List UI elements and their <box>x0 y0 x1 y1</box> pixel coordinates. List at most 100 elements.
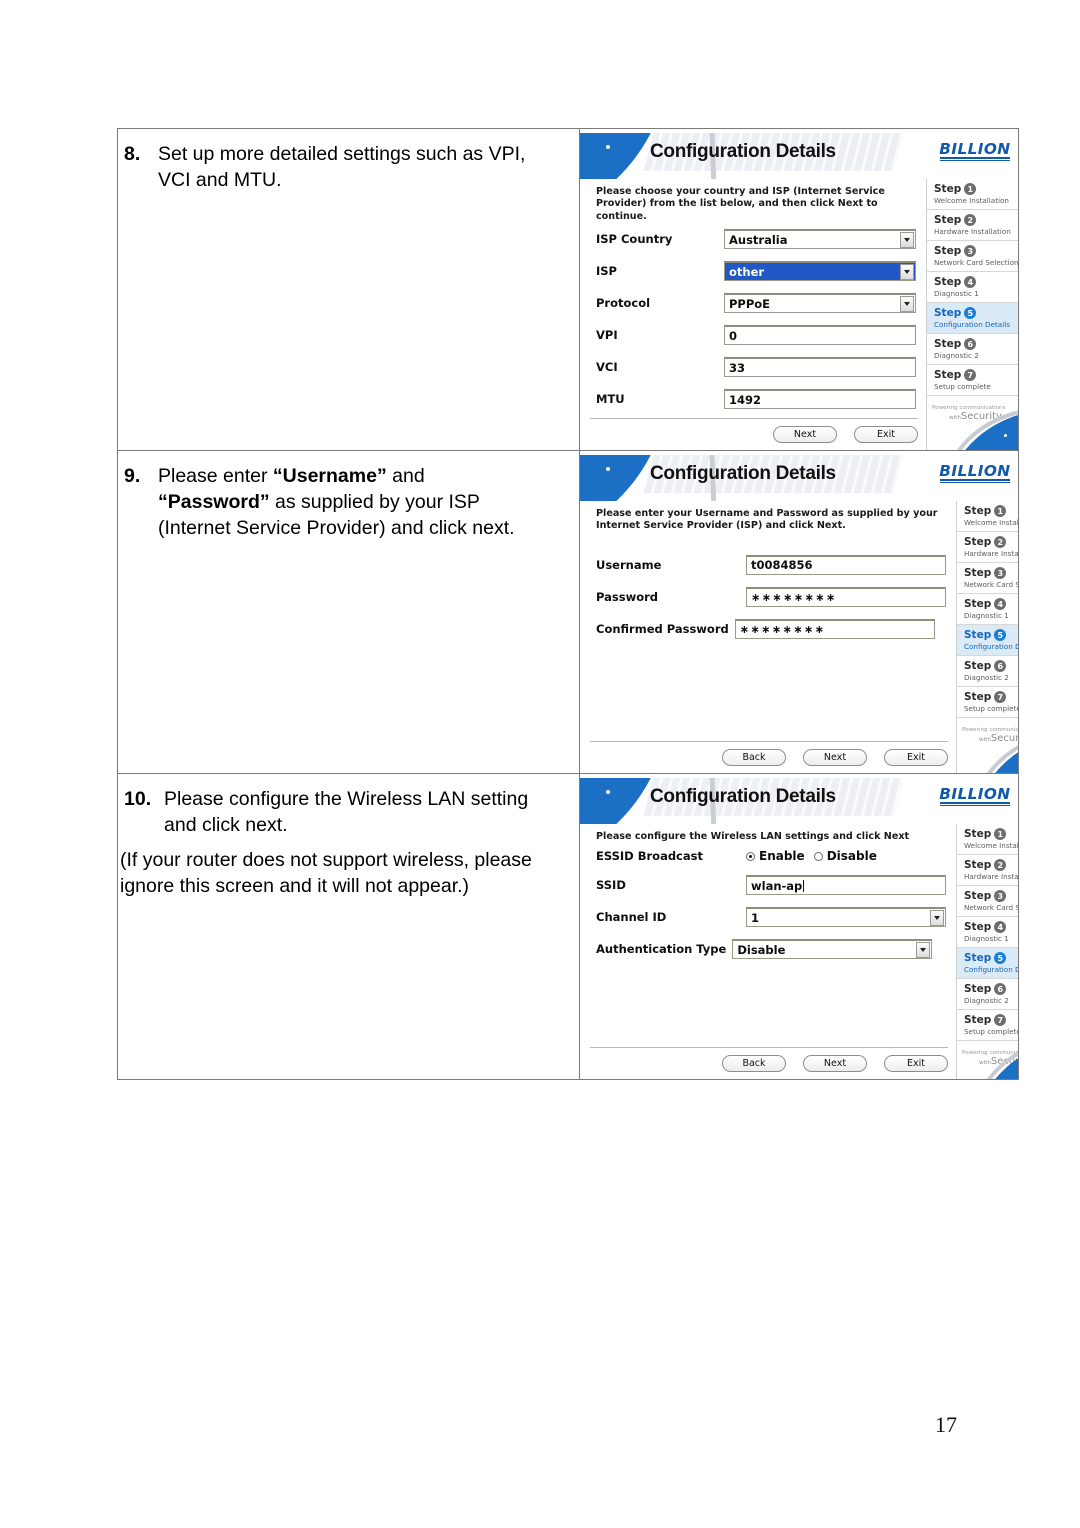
back-button[interactable]: Back <box>722 1055 786 1072</box>
step-word: Step <box>934 276 962 288</box>
input-mtu[interactable]: 1492 <box>724 389 916 410</box>
tagline-with: with <box>979 1060 991 1066</box>
wizard-title-2: Configuration Details <box>650 463 836 484</box>
step-item-4[interactable]: Step 4 Diagnostic 1 <box>927 272 1018 303</box>
chevron-down-icon[interactable] <box>930 910 944 927</box>
label-protocol: Protocol <box>596 296 651 311</box>
next-button[interactable]: Next <box>803 749 867 766</box>
input-ssid[interactable]: wlan-ap <box>746 875 946 896</box>
input-username[interactable]: t0084856 <box>746 554 946 575</box>
step-item-2[interactable]: Step2 Hardware Installation <box>927 210 1018 241</box>
select-isp[interactable]: other <box>724 261 916 282</box>
step-item-4[interactable]: Step 4 Diagnostic 1 <box>957 594 1018 625</box>
step-word: Step <box>934 214 962 226</box>
step-word: Step <box>964 921 992 933</box>
instruction-text-9-mid: and <box>386 465 425 487</box>
select-protocol[interactable]: PPPoE <box>724 293 916 314</box>
step-word: Step <box>964 983 992 995</box>
instruction-table: 8. Set up more detailed settings such as… <box>117 128 1019 1080</box>
wizard-window-1: Configuration Details BILLION Please cho… <box>580 133 1018 450</box>
radio-unselected-icon[interactable] <box>813 851 823 861</box>
chevron-down-icon[interactable] <box>900 296 914 313</box>
billion-logo-3: BILLION <box>939 787 1010 806</box>
step-item-5[interactable]: Step5 Configuration Details <box>957 625 1018 656</box>
step-badge: 3 <box>964 245 977 257</box>
next-button[interactable]: Next <box>773 426 837 443</box>
value-isp-country: Australia <box>729 232 788 247</box>
step-subtitle: Setup complete <box>964 704 1018 713</box>
instruction-number-9: 9. <box>124 465 141 487</box>
select-channel-id[interactable]: 1 <box>746 907 946 928</box>
step-item-2[interactable]: Step2 Hardware Installation <box>957 855 1018 886</box>
label-vci: VCI <box>596 360 618 375</box>
field-channel-id: Channel ID 1 <box>596 907 946 928</box>
label-channel-id: Channel ID <box>596 910 667 925</box>
field-protocol: Protocol PPPoE <box>596 293 916 314</box>
step-item-3[interactable]: Step3 Network Card Selection <box>957 563 1018 594</box>
button-bar-1: Next Exit <box>590 418 918 443</box>
step-item-1[interactable]: Step1 Welcome Installation <box>927 179 1018 210</box>
label-isp: ISP <box>596 264 617 279</box>
input-vpi[interactable]: 0 <box>724 325 916 346</box>
instruction-text-9-post: as supplied by your ISP <box>269 491 480 513</box>
step-item-6[interactable]: Step 6 Diagnostic 2 <box>957 656 1018 687</box>
field-ssid: SSID wlan-ap <box>596 875 946 896</box>
step-word: Step <box>964 629 992 641</box>
billion-bar-thin-icon <box>940 160 1010 161</box>
step-badge: 3 <box>994 567 1007 579</box>
step-item-7[interactable]: Step 7 Setup complete <box>957 1010 1018 1041</box>
step-word: Step <box>934 245 962 257</box>
exit-button[interactable]: Exit <box>854 426 918 443</box>
instruction-text-8-line1: Set up more detailed settings such as VP… <box>158 143 526 165</box>
billion-wordmark: BILLION <box>939 462 1011 480</box>
field-essid-broadcast: ESSID Broadcast Enable Disable <box>596 849 946 863</box>
step-item-7[interactable]: Step 7 Setup complete <box>927 365 1018 396</box>
radio-selected-icon[interactable] <box>746 851 755 861</box>
table-row: 9. Please enter “Username” and “Password… <box>118 451 1018 774</box>
instruction-cell-8: 8. Set up more detailed settings such as… <box>118 129 580 450</box>
step-item-6[interactable]: Step 6 Diagnostic 2 <box>927 334 1018 365</box>
wizard-description-1: Please choose your country and ISP (Inte… <box>596 186 885 222</box>
label-ssid: SSID <box>596 878 626 893</box>
step-item-1[interactable]: Step1 Welcome Installation <box>957 824 1018 855</box>
exit-button[interactable]: Exit <box>884 749 948 766</box>
swoosh-dot-icon <box>606 467 610 471</box>
field-isp-country: ISP Country Australia <box>596 229 916 250</box>
step-item-7[interactable]: Step 7 Setup complete <box>957 687 1018 718</box>
step-subtitle: Hardware Installation <box>964 549 1018 558</box>
value-username: t0084856 <box>751 558 813 573</box>
radio-essid-enable[interactable]: Enable <box>746 849 805 863</box>
step-item-6[interactable]: Step 6 Diagnostic 2 <box>957 979 1018 1010</box>
radio-label-disable: Disable <box>826 849 877 864</box>
chevron-down-icon[interactable] <box>900 264 914 281</box>
step-item-5[interactable]: Step5 Configuration Details <box>927 303 1018 334</box>
swoosh-dot-icon <box>606 145 610 149</box>
next-button[interactable]: Next <box>803 1055 867 1072</box>
step-badge: 7 <box>964 369 977 381</box>
back-button[interactable]: Back <box>722 749 786 766</box>
step-subtitle: Configuration Details <box>934 320 1010 329</box>
step-item-4[interactable]: Step 4 Diagnostic 1 <box>957 917 1018 948</box>
select-authentication-type[interactable]: Disable <box>732 939 933 960</box>
input-vci[interactable]: 33 <box>724 357 916 378</box>
chevron-down-icon[interactable] <box>916 942 931 959</box>
step-subtitle: Diagnostic 1 <box>934 289 979 298</box>
step-item-3[interactable]: Step3 Network Card Selection <box>957 886 1018 917</box>
step-item-5[interactable]: Step5 Configuration Details <box>957 948 1018 979</box>
input-confirmed-password[interactable]: ∗∗∗∗∗∗∗∗ <box>734 618 935 639</box>
exit-button[interactable]: Exit <box>884 1055 948 1072</box>
value-channel-id: 1 <box>751 910 760 925</box>
radio-essid-disable[interactable]: Disable <box>813 849 877 864</box>
chevron-down-icon[interactable] <box>900 232 914 249</box>
instruction-bold-password: “Password” <box>158 491 270 513</box>
step-item-2[interactable]: Step2 Hardware Installation <box>957 532 1018 563</box>
step-badge: 5 <box>994 629 1007 641</box>
step-subtitle: Hardware Installation <box>964 872 1018 881</box>
tagline-main: Security <box>990 733 1018 744</box>
step-item-1[interactable]: Step1 Welcome Installation <box>957 501 1018 532</box>
input-password[interactable]: ∗∗∗∗∗∗∗∗ <box>746 586 946 607</box>
wizard-description-2: Please enter your Username and Password … <box>596 508 938 532</box>
step-item-3[interactable]: Step3 Network Card Selection <box>927 241 1018 272</box>
select-isp-country[interactable]: Australia <box>724 229 916 250</box>
instruction-cell-9: 9. Please enter “Username” and “Password… <box>118 451 580 773</box>
